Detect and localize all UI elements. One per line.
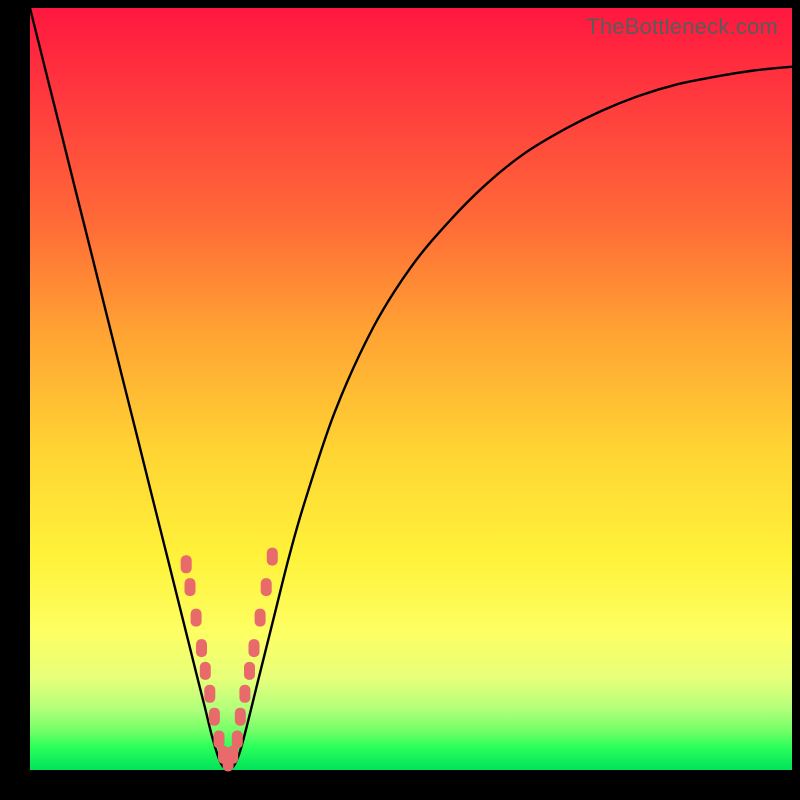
curve-layer (30, 8, 792, 770)
marker-point (200, 662, 211, 680)
marker-point (235, 708, 246, 726)
marker-point (191, 609, 202, 627)
marker-point (267, 548, 278, 566)
marker-point (214, 731, 225, 749)
marker-point (185, 578, 196, 596)
marker-point (261, 578, 272, 596)
marker-point (239, 685, 250, 703)
marker-point (196, 639, 207, 657)
bottleneck-curve (30, 8, 792, 770)
marker-point (255, 609, 266, 627)
marker-point (209, 708, 220, 726)
marker-point (181, 555, 192, 573)
chart-frame: TheBottleneck.com (0, 0, 800, 800)
marker-point (232, 731, 243, 749)
marker-point (244, 662, 255, 680)
plot-area: TheBottleneck.com (30, 8, 792, 770)
marker-point (249, 639, 260, 657)
marker-point (204, 685, 215, 703)
marker-point (227, 746, 238, 764)
